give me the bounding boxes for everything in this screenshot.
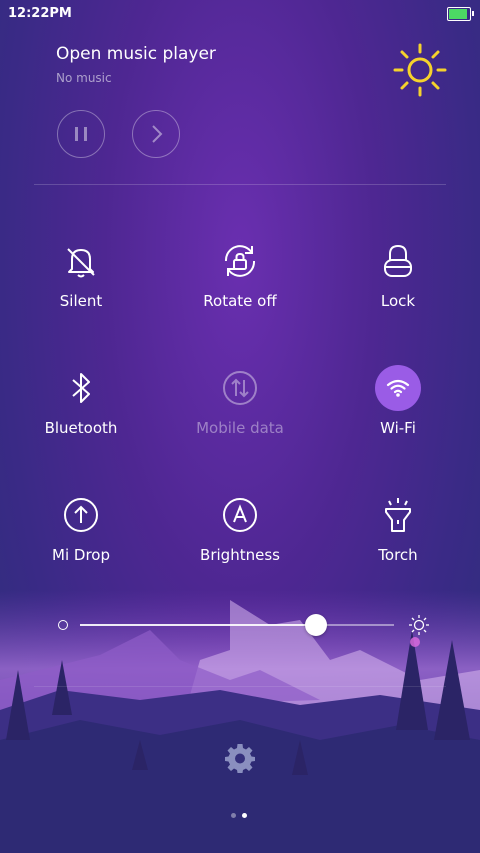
toggle-label: Silent	[59, 292, 103, 310]
battery-icon	[447, 7, 474, 21]
page-dot-active	[242, 813, 247, 818]
page-indicator	[231, 813, 251, 819]
divider	[34, 184, 446, 185]
divider	[34, 686, 446, 687]
toggle-mobile-data[interactable]: Mobile data	[170, 366, 310, 456]
brightness-low-icon	[58, 620, 68, 630]
gear-icon[interactable]	[224, 742, 256, 774]
lock-icon	[384, 244, 412, 277]
slider-track-remaining	[315, 624, 394, 626]
toggle-torch[interactable]: Torch	[328, 493, 468, 583]
toggle-lock[interactable]: Lock	[328, 239, 468, 329]
pause-icon	[75, 127, 87, 141]
auto-brightness-icon	[223, 498, 257, 532]
toggle-rotate[interactable]: Rotate off	[170, 239, 310, 329]
chevron-right-icon	[152, 125, 163, 143]
toggle-label: Wi-Fi	[380, 419, 416, 437]
wifi-active-badge	[375, 365, 421, 411]
slider-track	[80, 624, 316, 626]
toggle-brightness[interactable]: Brightness	[170, 493, 310, 583]
page-dot	[231, 813, 236, 818]
pause-button[interactable]	[57, 110, 105, 158]
toggle-label: Rotate off	[203, 292, 277, 310]
toggle-mi-drop[interactable]: Mi Drop	[11, 493, 151, 583]
bell-off-icon	[67, 248, 95, 278]
status-bar: 12:22PM	[0, 0, 480, 28]
music-status: No music	[56, 71, 112, 85]
toggle-label: Brightness	[200, 546, 280, 564]
toggle-wifi[interactable]: Wi-Fi	[328, 365, 468, 456]
toggle-bluetooth[interactable]: Bluetooth	[11, 366, 151, 456]
flashlight-icon	[385, 498, 411, 532]
brightness-slider[interactable]	[56, 610, 430, 640]
status-time: 12:22PM	[8, 6, 72, 21]
music-player-title[interactable]: Open music player	[56, 44, 216, 64]
toggle-label: Mi Drop	[52, 546, 110, 564]
toggle-label: Lock	[380, 292, 416, 310]
toggle-label: Mobile data	[196, 419, 284, 437]
toggle-silent[interactable]: Silent	[11, 239, 151, 329]
rotate-lock-icon	[224, 245, 256, 277]
toggle-label: Torch	[378, 546, 418, 564]
mobile-data-icon	[223, 371, 257, 405]
bluetooth-icon	[72, 373, 90, 403]
upload-circle-icon	[64, 498, 98, 532]
slider-thumb[interactable]	[304, 614, 327, 636]
sun-icon[interactable]	[392, 42, 448, 98]
next-button[interactable]	[132, 110, 180, 158]
wifi-icon	[386, 379, 410, 397]
brightness-high-icon	[409, 615, 429, 635]
toggle-label: Bluetooth	[44, 419, 118, 437]
